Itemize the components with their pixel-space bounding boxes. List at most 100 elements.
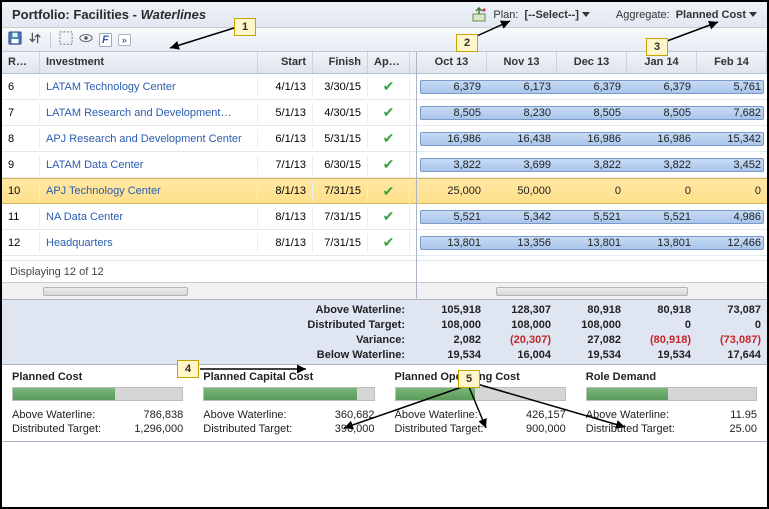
value-cell: 16,986 bbox=[417, 133, 487, 145]
metric-dist-value: 396,000 bbox=[335, 423, 375, 435]
value-cell: 13,801 bbox=[557, 237, 627, 249]
expand-button[interactable]: » bbox=[118, 34, 131, 46]
investment-link[interactable]: LATAM Data Center bbox=[40, 155, 258, 175]
col-rank[interactable]: Rank bbox=[2, 52, 40, 73]
value-cell: 13,801 bbox=[417, 237, 487, 249]
cell-finish: 7/31/15 bbox=[313, 181, 368, 201]
value-row[interactable]: 13,80113,35613,80113,80112,466 bbox=[417, 230, 767, 256]
investment-link[interactable]: APJ Research and Development Center bbox=[40, 129, 258, 149]
table-row[interactable]: 7LATAM Research and Development…5/1/134/… bbox=[2, 100, 416, 126]
sort-icon[interactable] bbox=[28, 31, 42, 48]
value-row[interactable]: 25,00050,000000 bbox=[417, 178, 767, 204]
table-row[interactable]: 9LATAM Data Center7/1/136/30/15✔ bbox=[2, 152, 416, 178]
value-cell: 6,379 bbox=[627, 81, 697, 93]
metric-above-line: Above Waterline:426,157 bbox=[395, 409, 566, 421]
totals-cell: 73,087 bbox=[697, 304, 767, 316]
metric-title: Planned Operating Cost bbox=[395, 371, 566, 383]
value-row[interactable]: 16,98616,43816,98616,98615,342 bbox=[417, 126, 767, 152]
metric-above-label: Above Waterline: bbox=[12, 409, 95, 421]
totals-cell: 80,918 bbox=[627, 304, 697, 316]
cell-rank: 7 bbox=[2, 103, 40, 123]
value-cell: 8,505 bbox=[417, 107, 487, 119]
view-icon[interactable] bbox=[79, 31, 93, 48]
toolbar-separator bbox=[50, 32, 51, 48]
investment-link[interactable]: LATAM Research and Development… bbox=[40, 103, 258, 123]
month-column[interactable]: Feb 14 bbox=[697, 52, 767, 73]
value-row[interactable]: 8,5058,2308,5058,5057,682 bbox=[417, 100, 767, 126]
metric-above-value: 426,157 bbox=[526, 409, 566, 421]
value-row[interactable]: 5,5215,3425,5215,5214,986 bbox=[417, 204, 767, 230]
metric-above-label: Above Waterline: bbox=[203, 409, 286, 421]
metric-meter bbox=[395, 387, 566, 401]
totals-cell: 17,644 bbox=[697, 349, 767, 361]
plan-value: [--Select--] bbox=[524, 9, 578, 21]
investment-link[interactable]: LATAM Technology Center bbox=[40, 77, 258, 97]
value-row[interactable]: 5,7335,5485,7335,7335,178 bbox=[417, 256, 767, 260]
check-icon: ✔ bbox=[383, 208, 395, 224]
left-scrollbar[interactable] bbox=[2, 282, 416, 299]
metric-dist-line: Distributed Target:396,000 bbox=[203, 423, 374, 435]
select-icon[interactable] bbox=[59, 31, 73, 48]
month-column[interactable]: Nov 13 bbox=[487, 52, 557, 73]
cell-approved: ✔ bbox=[368, 152, 410, 177]
aggregate-value: Planned Cost bbox=[676, 9, 746, 21]
value-cell: 6,379 bbox=[557, 81, 627, 93]
aggregate-label: Aggregate: bbox=[616, 9, 670, 21]
metric-card: Role DemandAbove Waterline:11.95Distribu… bbox=[576, 371, 767, 437]
investment-link[interactable]: NA Data Center bbox=[40, 207, 258, 227]
col-approved[interactable]: Appro bbox=[368, 52, 410, 73]
aggregate-dropdown[interactable]: Planned Cost bbox=[676, 9, 757, 21]
cell-start: 8/1/13 bbox=[258, 181, 313, 201]
table-row[interactable]: 11NA Data Center8/1/137/31/15✔ bbox=[2, 204, 416, 230]
value-row[interactable]: 3,8223,6993,8223,8223,452 bbox=[417, 152, 767, 178]
metric-above-value: 360,682 bbox=[335, 409, 375, 421]
right-grid-header: Oct 13Nov 13Dec 13Jan 14Feb 14 bbox=[417, 52, 767, 74]
callout-5-num: 5 bbox=[466, 373, 472, 385]
save-icon[interactable] bbox=[8, 31, 22, 48]
cell-approved: ✔ bbox=[368, 74, 410, 99]
cell-approved: ✔ bbox=[368, 230, 410, 255]
right-spacer bbox=[417, 260, 767, 282]
col-finish[interactable]: Finish bbox=[313, 52, 368, 73]
investment-link[interactable]: APJ Technology Center bbox=[40, 181, 258, 201]
check-icon: ✔ bbox=[383, 234, 395, 250]
investment-link[interactable]: Headquarters bbox=[40, 233, 258, 253]
value-cell: 0 bbox=[697, 185, 767, 197]
metric-above-value: 786,838 bbox=[143, 409, 183, 421]
scroll-thumb[interactable] bbox=[496, 287, 689, 296]
function-icon[interactable]: F bbox=[99, 33, 112, 47]
totals-section: Above Waterline: 105,918128,30780,91880,… bbox=[2, 300, 767, 365]
totals-above: Above Waterline: 105,918128,30780,91880,… bbox=[2, 302, 767, 317]
value-cell: 8,505 bbox=[557, 107, 627, 119]
value-cell: 8,230 bbox=[487, 107, 557, 119]
scroll-thumb[interactable] bbox=[43, 287, 188, 296]
value-cell: 3,822 bbox=[557, 159, 627, 171]
value-row[interactable]: 6,3796,1736,3796,3795,761 bbox=[417, 74, 767, 100]
table-row[interactable]: 8APJ Research and Development Center6/1/… bbox=[2, 126, 416, 152]
cell-rank: 11 bbox=[2, 207, 40, 227]
value-cell: 5,521 bbox=[557, 211, 627, 223]
col-start[interactable]: Start bbox=[258, 52, 313, 73]
callout-2-num: 2 bbox=[464, 37, 470, 49]
plan-dropdown[interactable]: [--Select--] bbox=[524, 9, 589, 21]
value-cell: 5,521 bbox=[627, 211, 697, 223]
callout-1-num: 1 bbox=[242, 21, 248, 33]
cell-rank: 8 bbox=[2, 129, 40, 149]
cell-start: 4/1/13 bbox=[258, 77, 313, 97]
value-cell: 5,761 bbox=[697, 81, 767, 93]
right-scrollbar[interactable] bbox=[417, 282, 767, 299]
metric-dist-value: 900,000 bbox=[526, 423, 566, 435]
table-row[interactable]: 10APJ Technology Center8/1/137/31/15✔ bbox=[2, 178, 416, 204]
metric-dist-line: Distributed Target:1,296,000 bbox=[12, 423, 183, 435]
totals-below-values: 19,53416,00419,53419,53417,644 bbox=[417, 349, 767, 361]
month-column[interactable]: Oct 13 bbox=[417, 52, 487, 73]
month-column[interactable]: Dec 13 bbox=[557, 52, 627, 73]
col-investment[interactable]: Investment bbox=[40, 52, 258, 73]
meter-fill bbox=[204, 388, 356, 400]
table-row[interactable]: 6LATAM Technology Center4/1/133/30/15✔ bbox=[2, 74, 416, 100]
table-row[interactable]: 12Headquarters8/1/137/31/15✔ bbox=[2, 230, 416, 256]
chevron-down-icon bbox=[749, 12, 757, 17]
totals-cell: 16,004 bbox=[487, 349, 557, 361]
callout-3-num: 3 bbox=[654, 41, 660, 53]
plan-icon bbox=[471, 7, 487, 23]
